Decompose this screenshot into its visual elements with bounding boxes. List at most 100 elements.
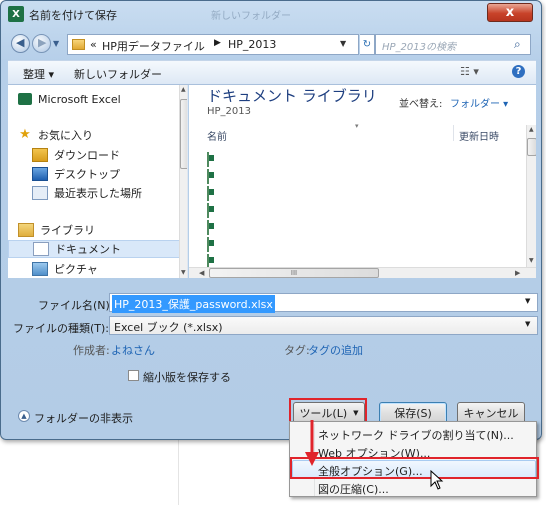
documents-icon xyxy=(33,242,49,256)
library-title: ドキュメント ライブラリ xyxy=(207,87,377,105)
nav-item-documents[interactable]: ドキュメント xyxy=(8,240,180,258)
excel-file-icon xyxy=(207,203,209,218)
refresh-button[interactable]: ↻ xyxy=(360,34,375,55)
file-list-row[interactable] xyxy=(207,202,517,218)
filetype-value: Excel ブック (*.xlsx) xyxy=(114,321,223,334)
nav-item-label: ピクチャ xyxy=(54,263,98,276)
nav-item-label: Microsoft Excel xyxy=(38,92,121,106)
nav-item-favorites[interactable]: ★ お気に入り xyxy=(8,126,180,144)
nav-scrollbar[interactable]: ▲ ▼ xyxy=(179,85,187,278)
desktop-icon xyxy=(32,167,48,181)
close-icon: x xyxy=(505,5,515,20)
library-subtitle: HP_2013 xyxy=(207,106,251,117)
red-arrow-icon xyxy=(305,420,319,466)
excel-file-icon xyxy=(207,237,209,252)
recent-places-icon xyxy=(32,186,48,200)
excel-file-icon xyxy=(207,220,209,235)
arrange-by-dropdown[interactable]: フォルダー ▾ xyxy=(450,95,508,110)
address-bar[interactable]: « HP用データファイル ▶ HP_2013 ▼ xyxy=(67,34,359,55)
breadcrumb-separator-icon: ▶ xyxy=(214,38,221,48)
back-arrow-icon: ◀ xyxy=(16,36,25,49)
refresh-icon: ↻ xyxy=(362,39,372,50)
column-header-date[interactable]: 更新日時 xyxy=(459,128,499,143)
nav-item-label: ライブラリ xyxy=(40,224,95,237)
filename-label: ファイル名(N): xyxy=(38,299,114,312)
hide-folders-toggle[interactable]: フォルダーの非表示 xyxy=(34,410,133,426)
search-input[interactable]: HP_2013の検索 ⌕ xyxy=(375,34,531,55)
tags-value[interactable]: タグの追加 xyxy=(308,342,363,358)
nav-item-label: 最近表示した場所 xyxy=(54,187,142,200)
nav-item-downloads[interactable]: ダウンロード xyxy=(8,146,180,164)
mouse-cursor-icon xyxy=(430,470,444,490)
organize-button[interactable]: 整理 ▾ xyxy=(23,66,54,82)
column-header-name[interactable]: 名前 xyxy=(207,128,227,143)
navigation-pane: Microsoft Excel ★ お気に入り ダウンロード デスクトップ 最近… xyxy=(8,85,188,278)
nav-item-recent[interactable]: 最近表示した場所 xyxy=(8,184,180,202)
file-list-hscrollbar[interactable]: ◀ III ▶ xyxy=(189,267,536,278)
scroll-down-icon[interactable]: ▼ xyxy=(529,257,534,264)
chevron-down-icon[interactable]: ▼ xyxy=(525,320,530,328)
address-dropdown-icon[interactable]: ▼ xyxy=(340,39,346,48)
scroll-left-icon[interactable]: ◀ xyxy=(199,269,204,277)
file-list-row[interactable] xyxy=(207,185,517,201)
scroll-right-icon[interactable]: ▶ xyxy=(515,269,520,277)
command-bar: 整理 ▾ 新しいフォルダー ☷ ▾ ? xyxy=(8,60,536,85)
chevron-down-icon[interactable]: ▼ xyxy=(525,297,530,305)
file-list-scrollbar[interactable]: ▲ ▼ xyxy=(526,125,536,267)
excel-file-icon xyxy=(207,152,209,167)
window-title: 名前を付けて保存 xyxy=(29,9,117,22)
file-hscroll-thumb[interactable]: III xyxy=(209,268,379,278)
excel-icon: X xyxy=(8,6,24,22)
nav-item-pictures[interactable]: ピクチャ xyxy=(8,260,180,278)
thumbnail-checkbox[interactable] xyxy=(128,370,139,381)
filetype-select[interactable]: Excel ブック (*.xlsx) ▼ xyxy=(109,316,538,335)
library-icon xyxy=(18,223,34,237)
breadcrumb-hp-data[interactable]: HP用データファイル xyxy=(102,38,205,54)
grip-label: III xyxy=(290,269,298,277)
filename-value: HP_2013_保護_password.xlsx xyxy=(112,295,275,313)
download-icon xyxy=(32,148,48,162)
scroll-up-icon[interactable]: ▲ xyxy=(529,126,534,133)
nav-item-excel[interactable]: Microsoft Excel xyxy=(8,90,180,108)
menu-item-map-network-drive[interactable]: ネットワーク ドライブの割り当て(N)... xyxy=(318,427,514,443)
tags-label: タグ: xyxy=(284,344,310,357)
star-icon: ★ xyxy=(19,127,31,142)
search-placeholder: HP_2013の検索 xyxy=(382,42,456,53)
nav-item-label: お気に入り xyxy=(38,129,93,142)
general-options-highlight-box xyxy=(290,457,539,479)
background-divider xyxy=(178,440,179,505)
menu-item-compress-pictures[interactable]: 図の圧縮(C)... xyxy=(318,481,389,497)
author-label: 作成者: xyxy=(73,344,110,357)
hide-folders-icon[interactable]: ▲ xyxy=(18,410,30,422)
save-as-dialog: X 名前を付けて保存 新しいフォルダー x ◀ ▶ ▼ « HP用データファイル… xyxy=(0,0,542,440)
file-list-row[interactable] xyxy=(207,236,517,252)
address-overflow[interactable]: « xyxy=(90,38,97,51)
nav-item-label: デスクトップ xyxy=(54,168,120,181)
scroll-up-icon[interactable]: ▲ xyxy=(181,86,186,93)
new-folder-button[interactable]: 新しいフォルダー xyxy=(74,66,162,82)
title-bar: X 名前を付けて保存 新しいフォルダー x xyxy=(1,1,543,27)
nav-item-libraries[interactable]: ライブラリ xyxy=(8,221,180,239)
excel-file-icon xyxy=(207,169,209,184)
author-value[interactable]: よねさん xyxy=(111,342,155,358)
close-button[interactable]: x xyxy=(487,3,533,22)
excel-icon xyxy=(18,93,32,105)
excel-file-icon xyxy=(207,186,209,201)
recent-pages-dropdown[interactable]: ▼ xyxy=(53,39,59,48)
sort-indicator-icon: ▾ xyxy=(355,122,359,130)
scroll-down-icon[interactable]: ▼ xyxy=(181,269,186,276)
file-scroll-thumb[interactable] xyxy=(527,138,536,156)
thumbnail-label[interactable]: 縮小版を保存する xyxy=(143,369,231,385)
filename-input[interactable]: HP_2013_保護_password.xlsx ▼ xyxy=(109,293,538,313)
filetype-label: ファイルの種類(T): xyxy=(13,322,110,335)
file-list-row[interactable] xyxy=(207,151,517,167)
background-window-title: 新しいフォルダー xyxy=(211,11,291,22)
forward-arrow-icon: ▶ xyxy=(38,36,47,49)
file-list-row[interactable] xyxy=(207,168,517,184)
help-icon[interactable]: ? xyxy=(512,65,525,78)
view-options-icon[interactable]: ☷ ▾ xyxy=(460,65,479,78)
breadcrumb-hp-2013[interactable]: HP_2013 xyxy=(228,38,276,51)
nav-scroll-thumb[interactable] xyxy=(180,99,187,169)
file-list-row[interactable] xyxy=(207,219,517,235)
nav-item-desktop[interactable]: デスクトップ xyxy=(8,165,180,183)
